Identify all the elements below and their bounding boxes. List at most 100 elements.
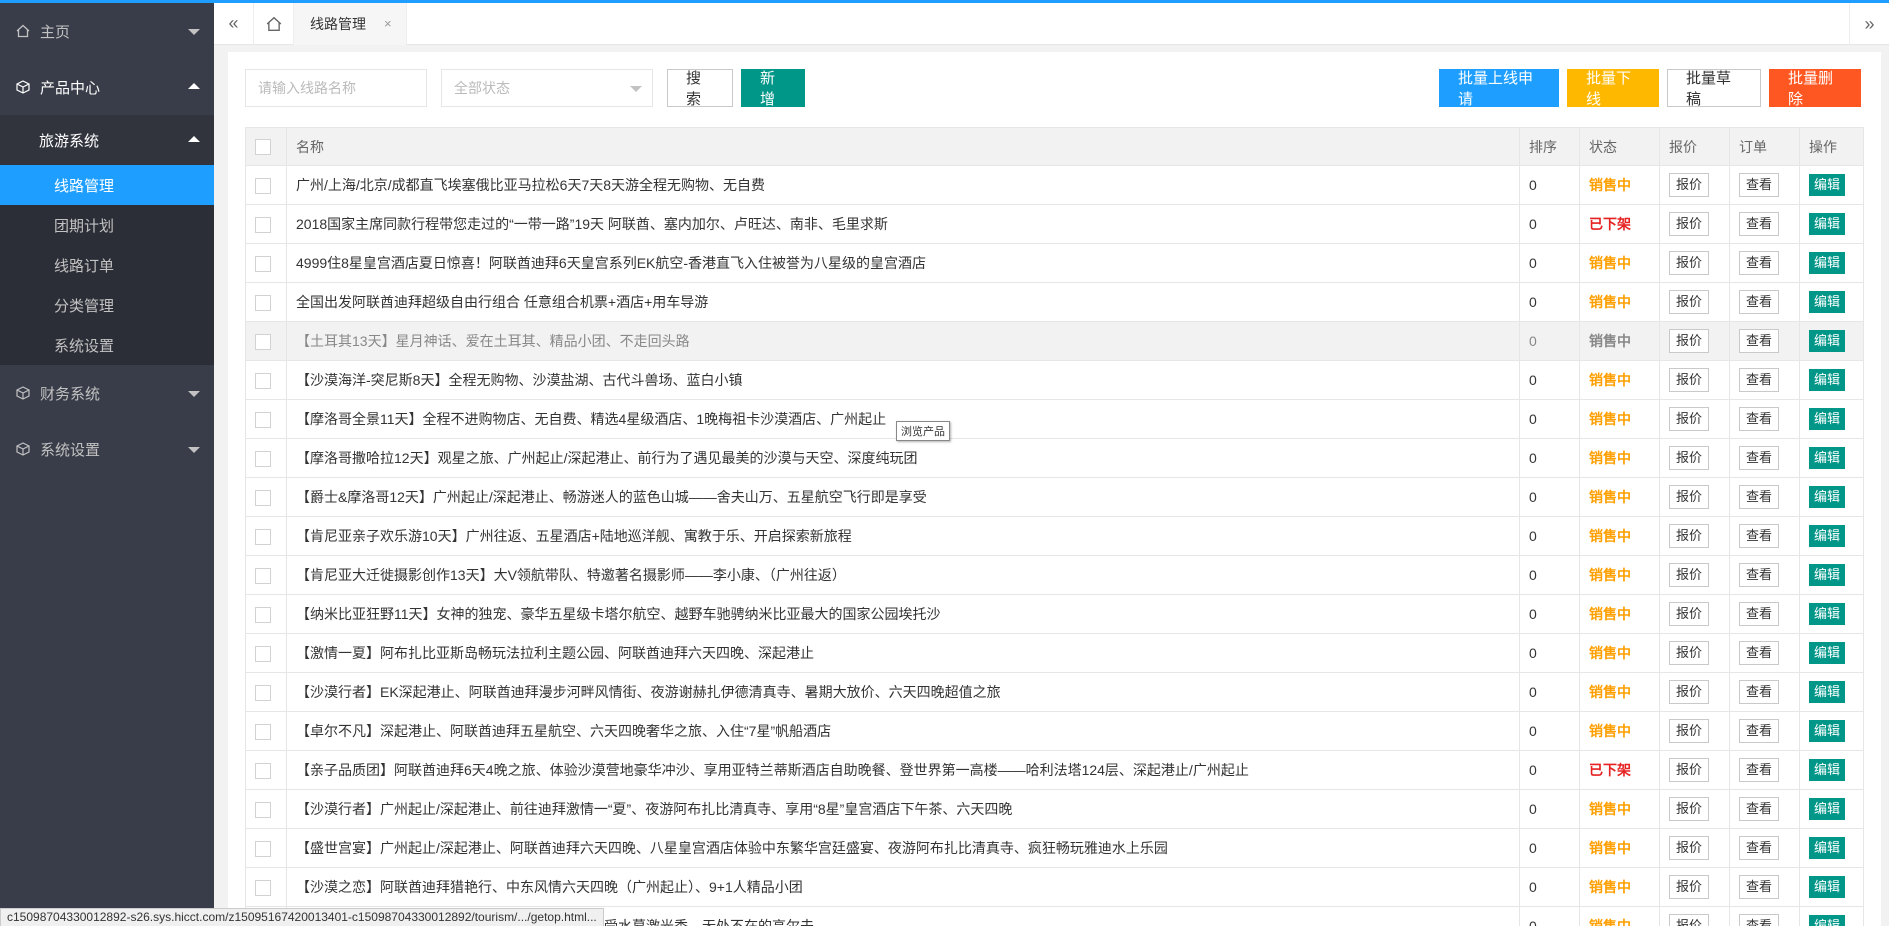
table-row[interactable]: 【土耳其13天】星月神话、爱在土耳其、精品小团、不走回头路 0 销售中 报价 查看 编辑 — [245, 321, 1864, 361]
search-button[interactable]: 搜索 — [667, 69, 733, 108]
row-select-cell[interactable] — [245, 282, 287, 322]
row-select-cell[interactable] — [245, 516, 287, 556]
route-name[interactable]: 【爵士&摩洛哥12天】广州起止/深起港止、畅游迷人的蓝色山城——舍夫山万、五星航… — [286, 477, 1520, 517]
route-name[interactable]: 广州/上海/北京/成都直飞埃塞俄比亚马拉松6天7天8天游全程无购物、无自费 — [286, 165, 1520, 205]
edit-button[interactable]: 编辑 — [1809, 876, 1846, 898]
sidebar-item-travel-settings[interactable]: 系统设置 — [0, 325, 214, 365]
batch-online-button[interactable]: 批量上线申请 — [1439, 69, 1559, 108]
scroll-tabs-right-button[interactable]: » — [1849, 3, 1889, 45]
route-name[interactable]: 【土耳其13天】星月神话、爱在土耳其、精品小团、不走回头路 — [286, 321, 1520, 361]
row-select-cell[interactable] — [245, 867, 287, 907]
view-orders-button[interactable]: 查看 — [1739, 173, 1780, 197]
row-checkbox[interactable] — [255, 333, 271, 350]
route-name[interactable]: 【肯尼亚亲子欢乐游10天】广州往返、五星酒店+陆地巡洋舰、寓教于乐、开启探索新旅… — [286, 516, 1520, 556]
page-scrollbar[interactable] — [1881, 45, 1889, 926]
quote-button[interactable]: 报价 — [1669, 290, 1710, 314]
table-row[interactable]: 【爵士&摩洛哥12天】广州起止/深起港止、畅游迷人的蓝色山城——舍夫山万、五星航… — [245, 477, 1864, 517]
table-row[interactable]: 2018国家主席同款行程带您走过的“一带一路”19天 阿联酋、塞内加尔、卢旺达、… — [245, 204, 1864, 244]
row-select-cell[interactable] — [245, 594, 287, 634]
edit-button[interactable]: 编辑 — [1809, 681, 1846, 703]
row-select-cell[interactable] — [245, 399, 287, 439]
row-checkbox[interactable] — [255, 411, 271, 428]
tab-route-management[interactable]: 线路管理 × — [294, 2, 407, 45]
row-select-cell[interactable] — [245, 165, 287, 205]
route-name[interactable]: 【盛世宫宴】广州起止/深起港止、阿联酋迪拜六天四晚、八星皇宫酒店体验中东繁华宫廷… — [286, 828, 1520, 868]
batch-draft-button[interactable]: 批量草稿 — [1667, 69, 1761, 108]
row-checkbox[interactable] — [255, 489, 271, 506]
route-name[interactable]: 【沙漠海洋-突尼斯8天】全程无购物、沙漠盐湖、古代斗兽场、蓝白小镇 — [286, 360, 1520, 400]
view-orders-button[interactable]: 查看 — [1739, 212, 1780, 236]
route-name[interactable]: 【肯尼亚大迁徙摄影创作13天】大V领航带队、特邀著名摄影师——李小康、（广州往返… — [286, 555, 1520, 595]
row-select-cell[interactable] — [245, 360, 287, 400]
edit-button[interactable]: 编辑 — [1809, 798, 1846, 820]
edit-button[interactable]: 编辑 — [1809, 837, 1846, 859]
quote-button[interactable]: 报价 — [1669, 875, 1710, 899]
route-name[interactable]: 【沙漠之恋】阿联酋迪拜猎艳行、中东风情六天四晚（广州起止）、9+1人精品小团 — [286, 867, 1520, 907]
row-checkbox[interactable] — [255, 879, 271, 896]
edit-button[interactable]: 编辑 — [1809, 447, 1846, 469]
table-row[interactable]: 【沙漠行者】EK深起港止、阿联酋迪拜漫步河畔风情街、夜游谢赫扎伊德清真寺、暑期大… — [245, 672, 1864, 712]
route-name[interactable]: 全国出发阿联酋迪拜超级自由行组合 任意组合机票+酒店+用车导游 — [286, 282, 1520, 322]
route-name[interactable]: 【沙漠行者】EK深起港止、阿联酋迪拜漫步河畔风情街、夜游谢赫扎伊德清真寺、暑期大… — [286, 672, 1520, 712]
table-row[interactable]: 广州/上海/北京/成都直飞埃塞俄比亚马拉松6天7天8天游全程无购物、无自费 0 销售… — [245, 165, 1864, 205]
row-checkbox[interactable] — [255, 177, 271, 194]
view-orders-button[interactable]: 查看 — [1739, 329, 1780, 353]
table-row[interactable]: 【沙漠行者】广州起止/深起港止、前往迪拜激情一“夏”、夜游阿布扎比清真寺、享用“… — [245, 789, 1864, 829]
view-orders-button[interactable]: 查看 — [1739, 719, 1780, 743]
row-checkbox[interactable] — [255, 840, 271, 857]
route-name-input[interactable] — [245, 69, 427, 107]
nav-product-center[interactable]: 产品中心 — [0, 59, 214, 115]
table-row[interactable]: 【沙漠海洋-突尼斯8天】全程无购物、沙漠盐湖、古代斗兽场、蓝白小镇 0 销售中 报价 查… — [245, 360, 1864, 400]
row-checkbox[interactable] — [255, 801, 271, 818]
edit-button[interactable]: 编辑 — [1809, 291, 1846, 313]
route-name[interactable]: 【摩洛哥撒哈拉12天】观星之旅、广州起止/深起港止、前行为了遇见最美的沙漠与天空… — [286, 438, 1520, 478]
row-checkbox[interactable] — [255, 528, 271, 545]
row-checkbox[interactable] — [255, 567, 271, 584]
view-orders-button[interactable]: 查看 — [1739, 407, 1780, 431]
view-orders-button[interactable]: 查看 — [1739, 251, 1780, 275]
quote-button[interactable]: 报价 — [1669, 173, 1710, 197]
nav-finance[interactable]: 财务系统 — [0, 365, 214, 421]
table-row[interactable]: 【摩洛哥撒哈拉12天】观星之旅、广州起止/深起港止、前行为了遇见最美的沙漠与天空… — [245, 438, 1864, 478]
close-icon[interactable]: × — [384, 16, 392, 31]
quote-button[interactable]: 报价 — [1669, 251, 1710, 275]
nav-settings[interactable]: 系统设置 — [0, 421, 214, 477]
view-orders-button[interactable]: 查看 — [1739, 914, 1780, 926]
edit-button[interactable]: 编辑 — [1809, 720, 1846, 742]
quote-button[interactable]: 报价 — [1669, 485, 1710, 509]
sidebar-item-route-orders[interactable]: 线路订单 — [0, 245, 214, 285]
row-checkbox[interactable] — [255, 645, 271, 662]
table-row[interactable]: 4999住8星皇宫酒店夏日惊喜！阿联酋迪拜6天皇宫系列EK航空-香港直飞入住被誉… — [245, 243, 1864, 283]
table-row[interactable]: 【摩洛哥全景11天】全程不进购物店、无自费、精选4星级酒店、1晚梅祖卡沙漠酒店、… — [245, 399, 1864, 439]
quote-button[interactable]: 报价 — [1669, 212, 1710, 236]
row-select-cell[interactable] — [245, 321, 287, 361]
batch-delete-button[interactable]: 批量删除 — [1769, 69, 1861, 108]
view-orders-button[interactable]: 查看 — [1739, 758, 1780, 782]
row-checkbox[interactable] — [255, 372, 271, 389]
sidebar-item-group-plan[interactable]: 团期计划 — [0, 205, 214, 245]
quote-button[interactable]: 报价 — [1669, 524, 1710, 548]
view-orders-button[interactable]: 查看 — [1739, 875, 1780, 899]
quote-button[interactable]: 报价 — [1669, 407, 1710, 431]
row-checkbox[interactable] — [255, 684, 271, 701]
table-row[interactable]: 【纳米比亚狂野11天】女神的独宠、豪华五星级卡塔尔航空、越野车驰骋纳米比亚最大的… — [245, 594, 1864, 634]
table-row[interactable]: 【沙漠之恋】阿联酋迪拜猎艳行、中东风情六天四晚（广州起止）、9+1人精品小团 0 销… — [245, 867, 1864, 907]
row-select-cell[interactable] — [245, 789, 287, 829]
route-name[interactable]: 【亲子品质团】阿联酋迪拜6天4晚之旅、体验沙漠营地豪华冲沙、享用亚特兰蒂斯酒店自… — [286, 750, 1520, 790]
quote-button[interactable]: 报价 — [1669, 641, 1710, 665]
add-button[interactable]: 新增 — [741, 69, 805, 108]
row-checkbox[interactable] — [255, 606, 271, 623]
nav-home[interactable]: 主页 — [0, 3, 214, 59]
collapse-sidebar-button[interactable]: « — [214, 2, 254, 45]
view-orders-button[interactable]: 查看 — [1739, 524, 1780, 548]
edit-button[interactable]: 编辑 — [1809, 486, 1846, 508]
row-checkbox[interactable] — [255, 723, 271, 740]
quote-button[interactable]: 报价 — [1669, 797, 1710, 821]
view-orders-button[interactable]: 查看 — [1739, 641, 1780, 665]
select-all-checkbox[interactable] — [255, 139, 271, 156]
edit-button[interactable]: 编辑 — [1809, 564, 1846, 586]
view-orders-button[interactable]: 查看 — [1739, 290, 1780, 314]
sidebar-item-category-management[interactable]: 分类管理 — [0, 285, 214, 325]
table-row[interactable]: 【肯尼亚亲子欢乐游10天】广州往返、五星酒店+陆地巡洋舰、寓教于乐、开启探索新旅… — [245, 516, 1864, 556]
quote-button[interactable]: 报价 — [1669, 446, 1710, 470]
